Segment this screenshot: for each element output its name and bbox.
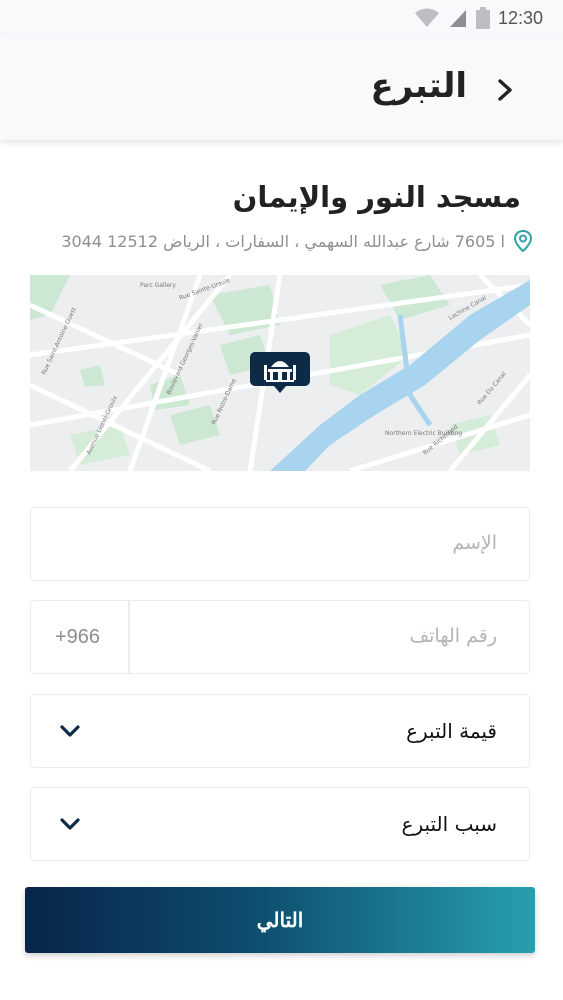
donation-reason-select[interactable]: سبب التبرع — [30, 787, 530, 861]
cellular-signal-icon — [449, 10, 466, 27]
mosque-name: مسجد النور والإيمان — [232, 180, 521, 214]
next-button-label: التالي — [256, 909, 304, 932]
address-row: ا 7605 شارع عبدالله السهمي ، السفارات ، … — [33, 230, 533, 252]
country-code[interactable]: +966 — [55, 626, 100, 649]
location-pin-icon — [513, 230, 533, 252]
status-icons: 12:30 — [414, 7, 543, 29]
page-title: التبرع — [370, 66, 467, 106]
map-label: Parc Gallery — [140, 282, 176, 289]
status-bar: 12:30 — [0, 0, 563, 36]
phone-placeholder: رقم الهاتف — [409, 625, 497, 647]
phone-divider — [128, 601, 130, 673]
name-placeholder: الإسم — [452, 532, 497, 554]
chevron-down-icon — [60, 725, 80, 737]
next-button[interactable]: التالي — [25, 887, 535, 953]
donation-value-label: قيمة التبرع — [406, 719, 497, 743]
chevron-right-icon — [498, 79, 512, 101]
name-field[interactable]: الإسم — [30, 507, 530, 581]
mosque-address: ا 7605 شارع عبدالله السهمي ، السفارات ، … — [61, 231, 505, 251]
app-bar: التبرع — [0, 36, 563, 140]
status-time: 12:30 — [497, 7, 543, 28]
wifi-icon — [414, 8, 439, 27]
map-label: Northern Electric Building — [385, 430, 462, 437]
chevron-down-icon — [60, 818, 80, 830]
map-canvas: Rue Sainte-Ursule Rue Notre-Dame Bouleva… — [30, 275, 530, 471]
location-map[interactable]: Rue Sainte-Ursule Rue Notre-Dame Bouleva… — [30, 275, 530, 471]
back-button[interactable] — [491, 76, 519, 104]
donation-value-select[interactable]: قيمة التبرع — [30, 694, 530, 768]
donation-reason-label: سبب التبرع — [401, 812, 497, 836]
battery-icon — [475, 7, 490, 29]
phone-field[interactable]: +966 رقم الهاتف — [30, 600, 530, 674]
